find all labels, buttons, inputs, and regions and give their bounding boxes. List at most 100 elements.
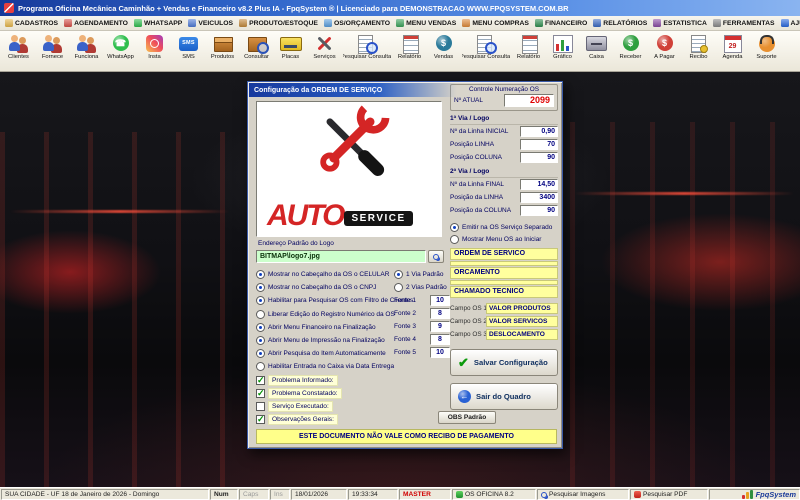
- document-title-field[interactable]: [450, 261, 558, 266]
- toolbar-button-insta[interactable]: Insta: [138, 32, 171, 70]
- toolbar-button-produtos[interactable]: Produtos: [206, 32, 239, 70]
- toolbar-button-placas[interactable]: Placas: [274, 32, 307, 70]
- status-bar: SUA CIDADE - UF 18 de Janeiro de 2026 - …: [0, 487, 800, 500]
- toolbar-button-whatsapp[interactable]: ☎WhatsApp: [104, 32, 137, 70]
- via-option-1-via-padra-o[interactable]: 1 Via Padrão: [394, 268, 450, 281]
- option-abrir-pesquisa-do-item-automaticamente[interactable]: Abrir Pesquisa do Item Automaticamente: [256, 347, 394, 360]
- setting-input[interactable]: 90: [520, 152, 558, 163]
- checkbox[interactable]: [256, 389, 265, 398]
- radio-button[interactable]: [256, 283, 265, 292]
- radio-option-mostrar-menu-os-ao-iniciar[interactable]: Mostrar Menu OS ao Iniciar: [450, 233, 558, 245]
- footer-note-field[interactable]: ESTE DOCUMENTO NÃO VALE COMO RECIBO DE P…: [256, 429, 557, 444]
- checkbox-observac-o-es-gerais[interactable]: Observações Gerais:: [256, 413, 416, 426]
- toolbar-button-fornece[interactable]: Fornece: [36, 32, 69, 70]
- menu-item-ajuda[interactable]: AJUDA: [778, 16, 800, 30]
- logo-path-input[interactable]: BITMAP\logo7.jpg: [256, 250, 426, 263]
- menu-item-os-orc-amento[interactable]: OS/ORÇAMENTO: [321, 16, 393, 30]
- menu-item-financeiro[interactable]: FINANCEIRO: [532, 16, 590, 30]
- search-pdf-button[interactable]: Pesquisar PDF: [630, 489, 708, 500]
- save-config-button[interactable]: ✔ Salvar Configuração: [450, 349, 558, 376]
- via-option-2-vias-padra-o[interactable]: 2 Vias Padrão: [394, 281, 450, 294]
- radio-button[interactable]: [256, 296, 265, 305]
- setting-input[interactable]: 0,90: [520, 126, 558, 137]
- option-liberar-edic-a-o-do-registro-nume-rico-da-os[interactable]: Liberar Edição do Registro Numérico da O…: [256, 308, 394, 321]
- toolbar-button-suporte[interactable]: Suporte: [750, 32, 783, 70]
- option-mostrar-no-cabec-alho-da-os-o-cnpj[interactable]: Mostrar no Cabeçalho da OS o CNPJ: [256, 281, 394, 294]
- font-size-input[interactable]: 8: [430, 308, 450, 319]
- browse-logo-button[interactable]: [428, 250, 444, 263]
- menu-item-menu-compras[interactable]: MENU COMPRAS: [459, 16, 532, 30]
- checkbox-servic-o-executado[interactable]: Serviço Executado:: [256, 400, 416, 413]
- menu-item-relato-rios[interactable]: RELATÓRIOS: [590, 16, 650, 30]
- radio-button[interactable]: [394, 270, 403, 279]
- toolbar-button-a-pagar[interactable]: $A Pagar: [648, 32, 681, 70]
- exit-dialog-button[interactable]: ← Sair do Quadro: [450, 383, 558, 410]
- setting-input[interactable]: 3400: [520, 192, 558, 203]
- radio-button[interactable]: [256, 270, 265, 279]
- radio-button[interactable]: [256, 323, 265, 332]
- toolbar-button-pesquisar-consultar[interactable]: Pesquisar Consultar: [342, 32, 392, 70]
- toolbar-button-sms[interactable]: SMSSMS: [172, 32, 205, 70]
- document-title-field[interactable]: [450, 280, 558, 285]
- menu-item-menu-vendas[interactable]: MENU VENDAS: [393, 16, 459, 30]
- setting-input[interactable]: 90: [520, 205, 558, 216]
- radio-button[interactable]: [256, 362, 265, 371]
- toolbar-button-relato-rio[interactable]: Relatório: [393, 32, 426, 70]
- option-habilitar-entrada-no-caixa-via-data-entrega[interactable]: Habilitar Entrada no Caixa via Data Entr…: [256, 360, 394, 373]
- toolbar-button-gra-fico[interactable]: Gráfico: [546, 32, 579, 70]
- menu-item-veiculos[interactable]: VEICULOS: [185, 16, 236, 30]
- numbering-group: Controle Numeração OS Nº ATUAL 2099: [450, 84, 558, 111]
- toolbar-button-recibo[interactable]: Recibo: [682, 32, 715, 70]
- radio-button[interactable]: [394, 283, 403, 292]
- custom-field-input[interactable]: VALOR SERVICOS: [486, 316, 558, 327]
- option-mostrar-no-cabec-alho-da-os-o-celular[interactable]: Mostrar no Cabeçalho da OS o CELULAR: [256, 268, 394, 281]
- toolbar-button-servic-os[interactable]: Serviços: [308, 32, 341, 70]
- current-os-number-input[interactable]: 2099: [504, 94, 554, 107]
- menu-item-ferramentas[interactable]: FERRAMENTAS: [710, 16, 778, 30]
- obs-default-button[interactable]: OBS Padrão: [438, 411, 496, 424]
- checkbox[interactable]: [256, 376, 265, 385]
- font-size-input[interactable]: 9: [430, 321, 450, 332]
- option-abrir-menu-financeiro-na-finalizac-a-o[interactable]: Abrir Menu Financeiro na Finalização: [256, 321, 394, 334]
- radio-button[interactable]: [450, 235, 459, 244]
- checkbox[interactable]: [256, 415, 265, 424]
- toolbar-button-receber[interactable]: $Receber: [614, 32, 647, 70]
- menu-item-cadastros[interactable]: CADASTROS: [2, 16, 61, 30]
- menu-item-estatistica[interactable]: ESTATISTICA: [650, 16, 710, 30]
- menu-item-produto-estoque[interactable]: PRODUTO/ESTOQUE: [236, 16, 321, 30]
- font-size-input[interactable]: 10: [430, 295, 450, 306]
- document-title-field[interactable]: CHAMADO TECNICO: [450, 286, 558, 298]
- radio-button[interactable]: [256, 310, 265, 319]
- setting-input[interactable]: 14,50: [520, 179, 558, 190]
- dialog-title-bar[interactable]: Configuração da ORDEM DE SERVIÇO: [249, 83, 457, 97]
- menu-item-agendamento[interactable]: AGENDAMENTO: [61, 16, 131, 30]
- toolbar-button-consultar[interactable]: Consultar: [240, 32, 273, 70]
- toolbar-button-vendas[interactable]: $Vendas: [427, 32, 460, 70]
- setting-input[interactable]: 70: [520, 139, 558, 150]
- status-date: 18/01/2026: [291, 489, 347, 500]
- custom-field-input[interactable]: VALOR PRODUTOS: [486, 303, 558, 314]
- checkbox-problema-informado[interactable]: Problema Informado:: [256, 374, 416, 387]
- font-size-input[interactable]: 8: [430, 334, 450, 345]
- toolbar-button-agenda[interactable]: 29Agenda: [716, 32, 749, 70]
- toolbar-button-funciona[interactable]: Funciona: [70, 32, 103, 70]
- radio-button[interactable]: [256, 336, 265, 345]
- radio-button[interactable]: [450, 223, 459, 232]
- toolbar-button-pesquisar-consultar[interactable]: Pesquisar Consultar: [461, 32, 511, 70]
- toolbar-button-caixa[interactable]: Caixa: [580, 32, 613, 70]
- document-title-field[interactable]: ORDEM DE SERVICO: [450, 248, 558, 260]
- option-habilitar-para-pesquisar-os-com-filtro-de-clientes[interactable]: Habilitar para Pesquisar OS com Filtro d…: [256, 294, 394, 307]
- radio-button[interactable]: [256, 349, 265, 358]
- checkbox[interactable]: [256, 402, 265, 411]
- menu-item-whatsapp[interactable]: WHATSAPP: [131, 16, 185, 30]
- radio-option-emitir-na-os-servic-o-separado[interactable]: Emitir na OS Serviço Separado: [450, 221, 558, 233]
- toolbar-label: Suporte: [756, 54, 776, 61]
- option-abrir-menu-de-impressa-o-na-finalizac-a-o[interactable]: Abrir Menu de Impressão na Finalização: [256, 334, 394, 347]
- search-images-button[interactable]: Pesquisar Imagens: [537, 489, 629, 500]
- document-title-field[interactable]: ORCAMENTO: [450, 267, 558, 279]
- custom-field-input[interactable]: DESLOCAMENTO: [486, 329, 558, 340]
- checkbox-problema-constatado[interactable]: Problema Constatado:: [256, 387, 416, 400]
- toolbar-button-clientes[interactable]: Clientes: [2, 32, 35, 70]
- font-size-input[interactable]: 10: [430, 347, 450, 358]
- toolbar-button-relato-rio[interactable]: Relatório: [512, 32, 545, 70]
